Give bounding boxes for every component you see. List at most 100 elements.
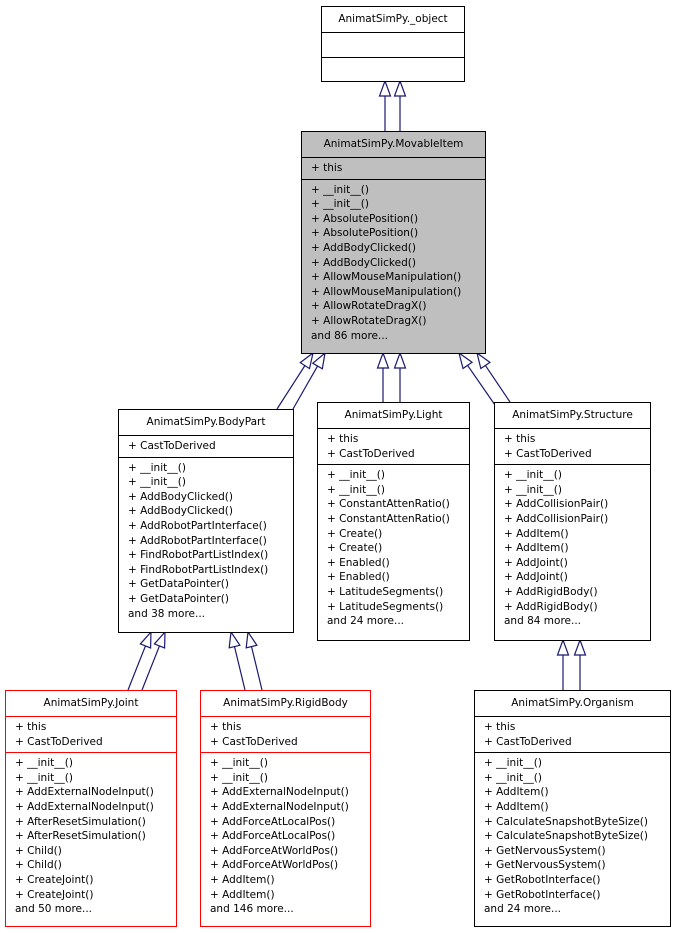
method-item[interactable]: + GetDataPointer() xyxy=(128,592,293,607)
method-item[interactable]: + AddRigidBody() xyxy=(504,585,650,600)
method-item[interactable]: and 84 more... xyxy=(504,614,650,629)
attribute-item[interactable]: + CastToDerived xyxy=(327,447,469,462)
method-item[interactable]: + AddCollisionPair() xyxy=(504,512,650,527)
method-item[interactable]: + FindRobotPartListIndex() xyxy=(128,563,293,578)
method-item[interactable]: + __init__() xyxy=(311,183,485,198)
method-item[interactable]: + GetRobotInterface() xyxy=(484,888,670,903)
attribute-item[interactable]: + this xyxy=(15,720,176,735)
method-item[interactable]: and 146 more... xyxy=(210,902,370,917)
method-item[interactable]: and 24 more... xyxy=(484,902,670,917)
method-item[interactable]: + AddForceAtLocalPos() xyxy=(210,815,370,830)
attribute-item[interactable]: + this xyxy=(484,720,670,735)
method-item[interactable]: + Enabled() xyxy=(327,570,469,585)
method-item[interactable]: and 50 more... xyxy=(15,902,176,917)
method-item[interactable]: + __init__() xyxy=(210,771,370,786)
method-item[interactable]: + AddCollisionPair() xyxy=(504,497,650,512)
method-item[interactable]: + __init__() xyxy=(15,771,176,786)
method-item[interactable]: + Create() xyxy=(327,541,469,556)
method-item[interactable]: + AllowMouseManipulation() xyxy=(311,270,485,285)
attribute-item[interactable]: + CastToDerived xyxy=(15,735,176,750)
method-item[interactable]: + AddBodyClicked() xyxy=(311,256,485,271)
method-item[interactable]: + GetNervousSystem() xyxy=(484,858,670,873)
method-item[interactable]: + ConstantAttenRatio() xyxy=(327,497,469,512)
method-item[interactable]: + AbsolutePosition() xyxy=(311,226,485,241)
attribute-item[interactable]: + this xyxy=(327,432,469,447)
method-item[interactable]: + AddExternalNodeInput() xyxy=(15,785,176,800)
method-item[interactable]: + AbsolutePosition() xyxy=(311,212,485,227)
method-item[interactable]: + Enabled() xyxy=(327,556,469,571)
method-item[interactable]: + AddForceAtWorldPos() xyxy=(210,844,370,859)
method-item[interactable]: + FindRobotPartListIndex() xyxy=(128,548,293,563)
method-item[interactable]: + AddItem() xyxy=(504,541,650,556)
class-name[interactable]: AnimatSimPy.Structure xyxy=(495,403,650,428)
class-bodypart[interactable]: AnimatSimPy.BodyPart + CastToDerived + __i… xyxy=(118,409,294,633)
method-item[interactable]: + AddBodyClicked() xyxy=(311,241,485,256)
method-item[interactable]: + AddRobotPartInterface() xyxy=(128,534,293,549)
method-item[interactable]: + AddItem() xyxy=(210,888,370,903)
method-item[interactable]: + AddForceAtWorldPos() xyxy=(210,858,370,873)
class-name[interactable]: AnimatSimPy.Joint xyxy=(6,691,176,716)
method-item[interactable]: + __init__() xyxy=(504,483,650,498)
method-item[interactable]: + AddBodyClicked() xyxy=(128,504,293,519)
method-item[interactable]: + AllowRotateDragX() xyxy=(311,299,485,314)
method-item[interactable]: + LatitudeSegments() xyxy=(327,600,469,615)
method-item[interactable]: + __init__() xyxy=(504,468,650,483)
method-item[interactable]: + __init__() xyxy=(484,771,670,786)
class-movableitem[interactable]: AnimatSimPy.MovableItem + this + __init__(… xyxy=(301,131,486,354)
method-item[interactable]: + AddExternalNodeInput() xyxy=(210,800,370,815)
class-organism[interactable]: AnimatSimPy.Organism + this + CastToDerive… xyxy=(474,690,671,927)
method-item[interactable]: + GetDataPointer() xyxy=(128,577,293,592)
attribute-item[interactable]: + CastToDerived xyxy=(484,735,670,750)
method-item[interactable]: + AddItem() xyxy=(504,527,650,542)
method-item[interactable]: and 86 more... xyxy=(311,329,485,344)
method-item[interactable]: + AddExternalNodeInput() xyxy=(210,785,370,800)
method-item[interactable]: + AddRobotPartInterface() xyxy=(128,519,293,534)
method-item[interactable]: + AddRigidBody() xyxy=(504,600,650,615)
method-item[interactable]: + AddItem() xyxy=(484,785,670,800)
method-item[interactable]: and 38 more... xyxy=(128,607,293,622)
method-item[interactable]: + GetRobotInterface() xyxy=(484,873,670,888)
method-item[interactable]: + AfterResetSimulation() xyxy=(15,829,176,844)
class-rigidbody[interactable]: AnimatSimPy.RigidBody + this + CastToDeriv… xyxy=(200,690,371,927)
attribute-item[interactable]: + CastToDerived xyxy=(504,447,650,462)
method-item[interactable]: + Create() xyxy=(327,527,469,542)
method-item[interactable]: + GetNervousSystem() xyxy=(484,844,670,859)
attribute-item[interactable]: + CastToDerived xyxy=(210,735,370,750)
method-item[interactable]: + CreateJoint() xyxy=(15,888,176,903)
method-item[interactable]: + CalculateSnapshotByteSize() xyxy=(484,829,670,844)
attribute-item[interactable]: + CastToDerived xyxy=(128,439,293,454)
method-item[interactable]: + AfterResetSimulation() xyxy=(15,815,176,830)
method-item[interactable]: + AllowRotateDragX() xyxy=(311,314,485,329)
method-item[interactable]: + AddForceAtLocalPos() xyxy=(210,829,370,844)
method-item[interactable]: + AddJoint() xyxy=(504,556,650,571)
method-item[interactable]: + ConstantAttenRatio() xyxy=(327,512,469,527)
method-item[interactable]: + Child() xyxy=(15,858,176,873)
method-item[interactable]: + CreateJoint() xyxy=(15,873,176,888)
class-name[interactable]: AnimatSimPy.Light xyxy=(318,403,469,428)
method-item[interactable]: + Child() xyxy=(15,844,176,859)
method-item[interactable]: + AddItem() xyxy=(484,800,670,815)
class-name[interactable]: AnimatSimPy._object xyxy=(322,7,464,32)
class-object[interactable]: AnimatSimPy._object xyxy=(321,6,465,82)
attribute-item[interactable]: + this xyxy=(504,432,650,447)
method-item[interactable]: + __init__() xyxy=(484,756,670,771)
class-name[interactable]: AnimatSimPy.Organism xyxy=(475,691,670,716)
method-item[interactable]: + __init__() xyxy=(327,468,469,483)
method-item[interactable]: + AddItem() xyxy=(210,873,370,888)
method-item[interactable]: + AddJoint() xyxy=(504,570,650,585)
method-item[interactable]: + AddExternalNodeInput() xyxy=(15,800,176,815)
method-item[interactable]: + AddBodyClicked() xyxy=(128,490,293,505)
class-name[interactable]: AnimatSimPy.MovableItem xyxy=(302,132,485,157)
method-item[interactable]: + CalculateSnapshotByteSize() xyxy=(484,815,670,830)
method-item[interactable]: + LatitudeSegments() xyxy=(327,585,469,600)
class-structure[interactable]: AnimatSimPy.Structure + this + CastToDeriv… xyxy=(494,402,651,641)
method-item[interactable]: + __init__() xyxy=(128,461,293,476)
class-name[interactable]: AnimatSimPy.RigidBody xyxy=(201,691,370,716)
method-item[interactable]: + __init__() xyxy=(210,756,370,771)
attribute-item[interactable]: + this xyxy=(311,161,485,176)
class-joint[interactable]: AnimatSimPy.Joint + this + CastToDerived + … xyxy=(5,690,177,927)
class-light[interactable]: AnimatSimPy.Light + this + CastToDerived + … xyxy=(317,402,470,641)
method-item[interactable]: + __init__() xyxy=(15,756,176,771)
method-item[interactable]: + __init__() xyxy=(128,475,293,490)
class-name[interactable]: AnimatSimPy.BodyPart xyxy=(119,410,293,435)
